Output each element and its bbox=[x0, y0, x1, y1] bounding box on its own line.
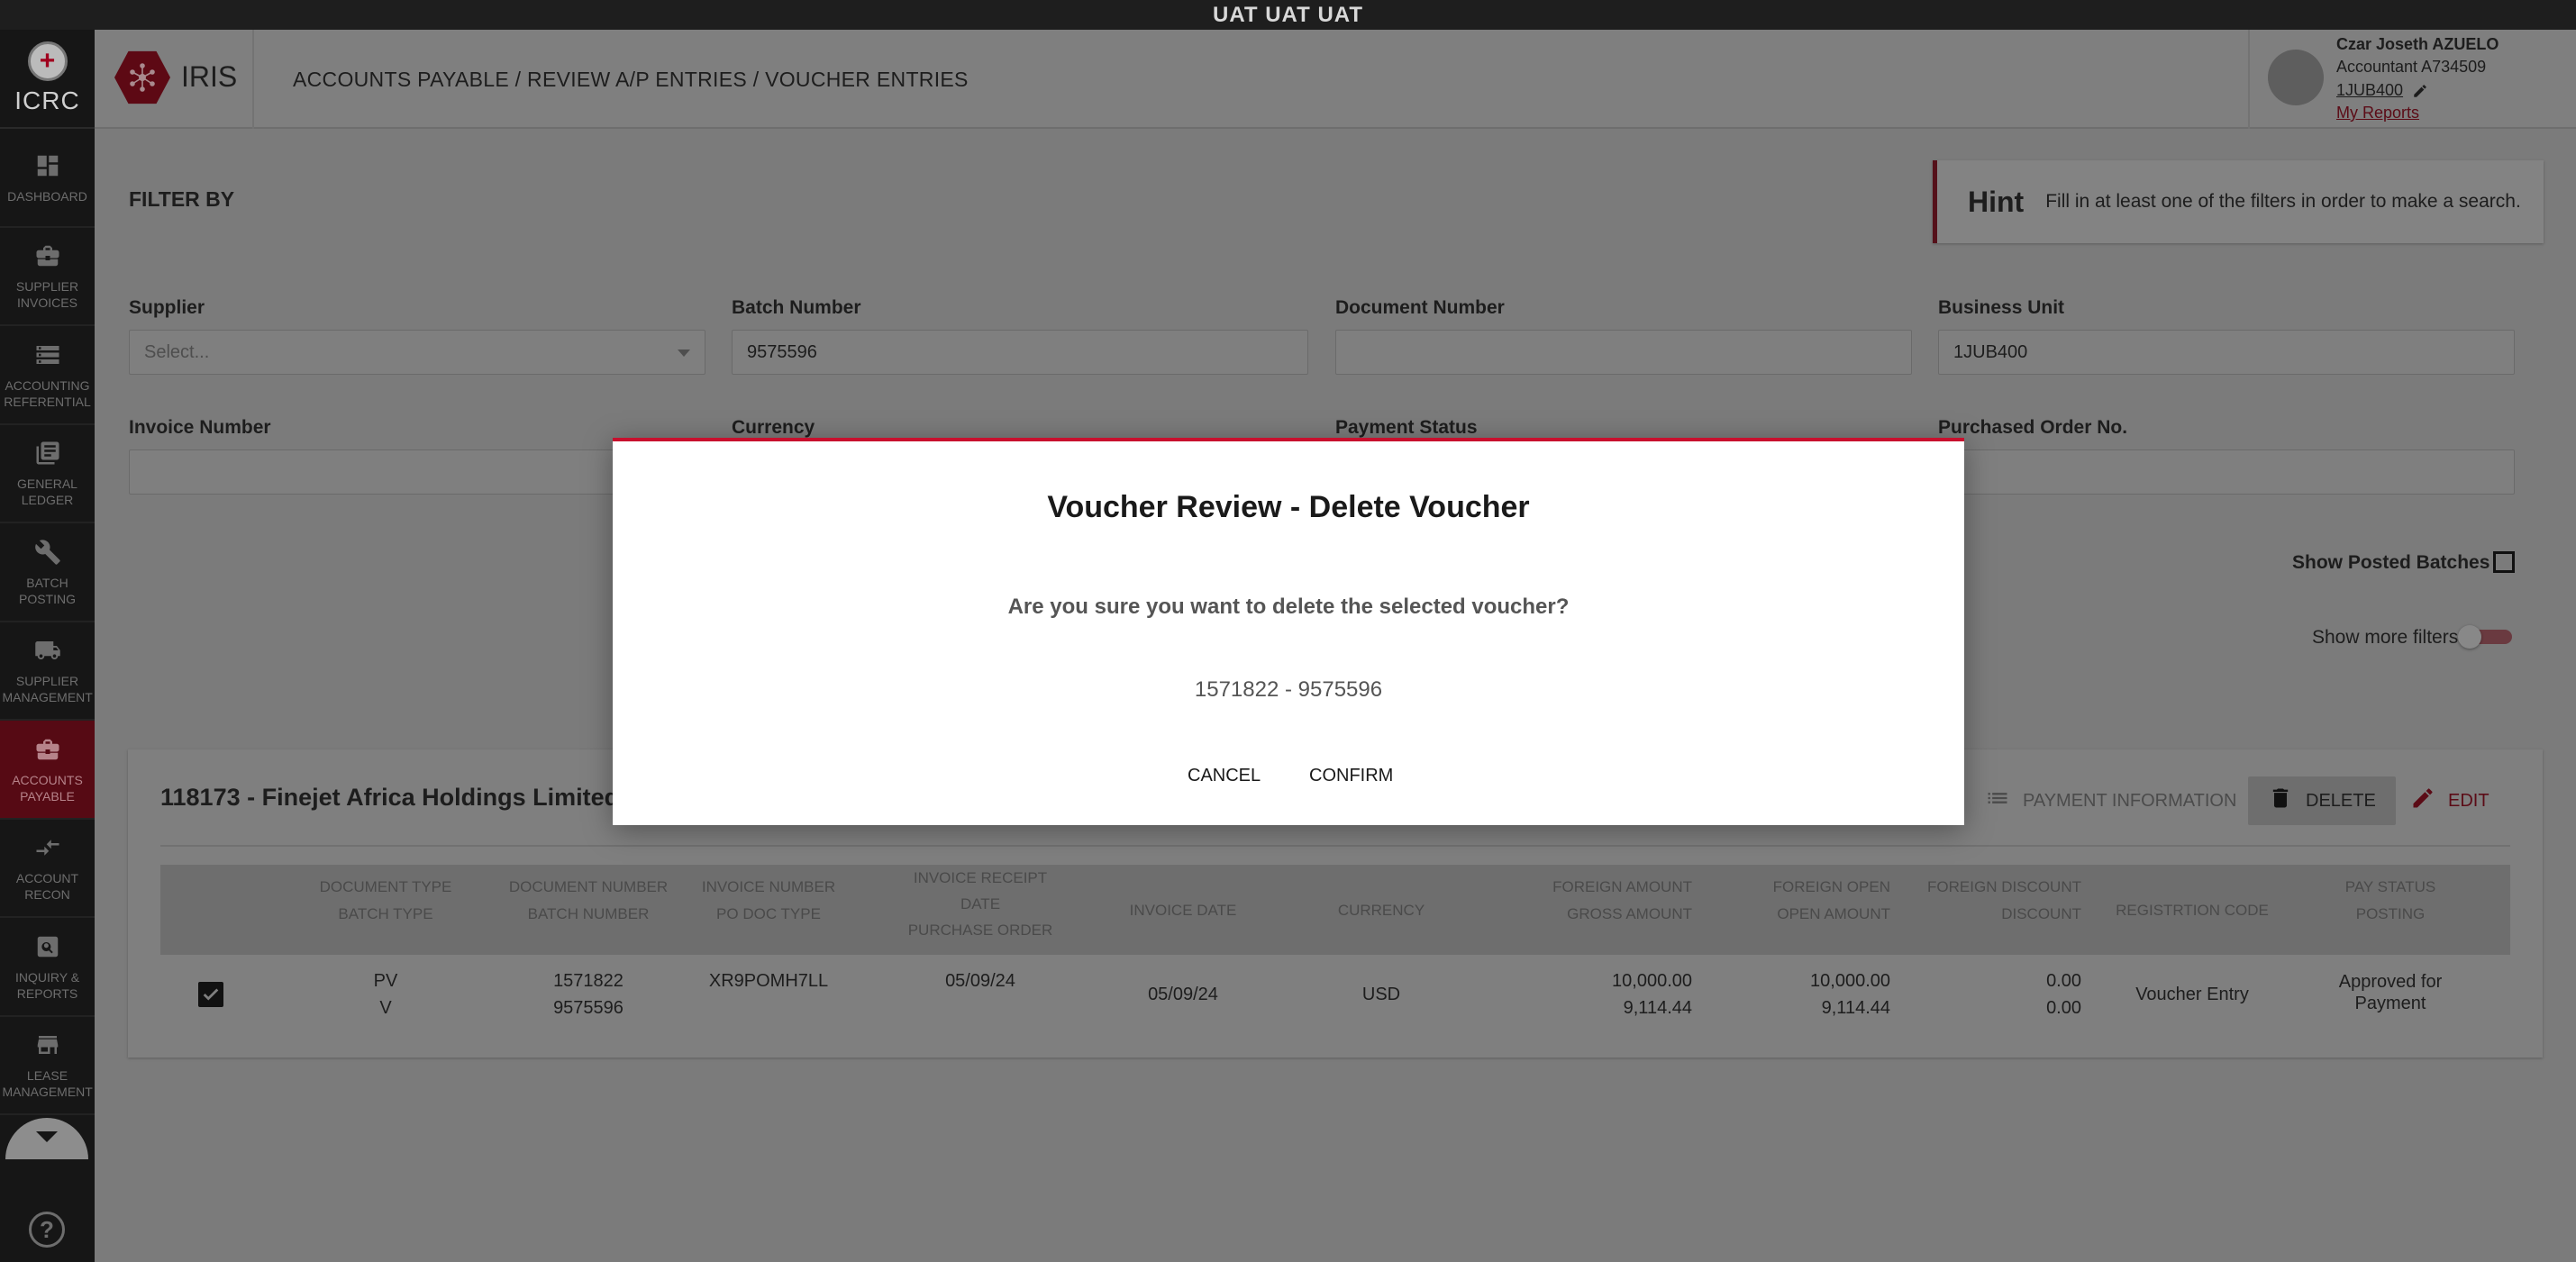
confirm-button[interactable]: CONFIRM bbox=[1309, 766, 1393, 786]
delete-voucher-dialog: Voucher Review - Delete Voucher Are you … bbox=[613, 438, 1964, 825]
dialog-title: Voucher Review - Delete Voucher bbox=[1047, 490, 1530, 524]
cancel-button[interactable]: CANCEL bbox=[1188, 766, 1261, 786]
voucher-reference: 1571822 - 9575596 bbox=[1194, 677, 1383, 702]
dialog-question: Are you sure you want to delete the sele… bbox=[1007, 595, 1570, 619]
